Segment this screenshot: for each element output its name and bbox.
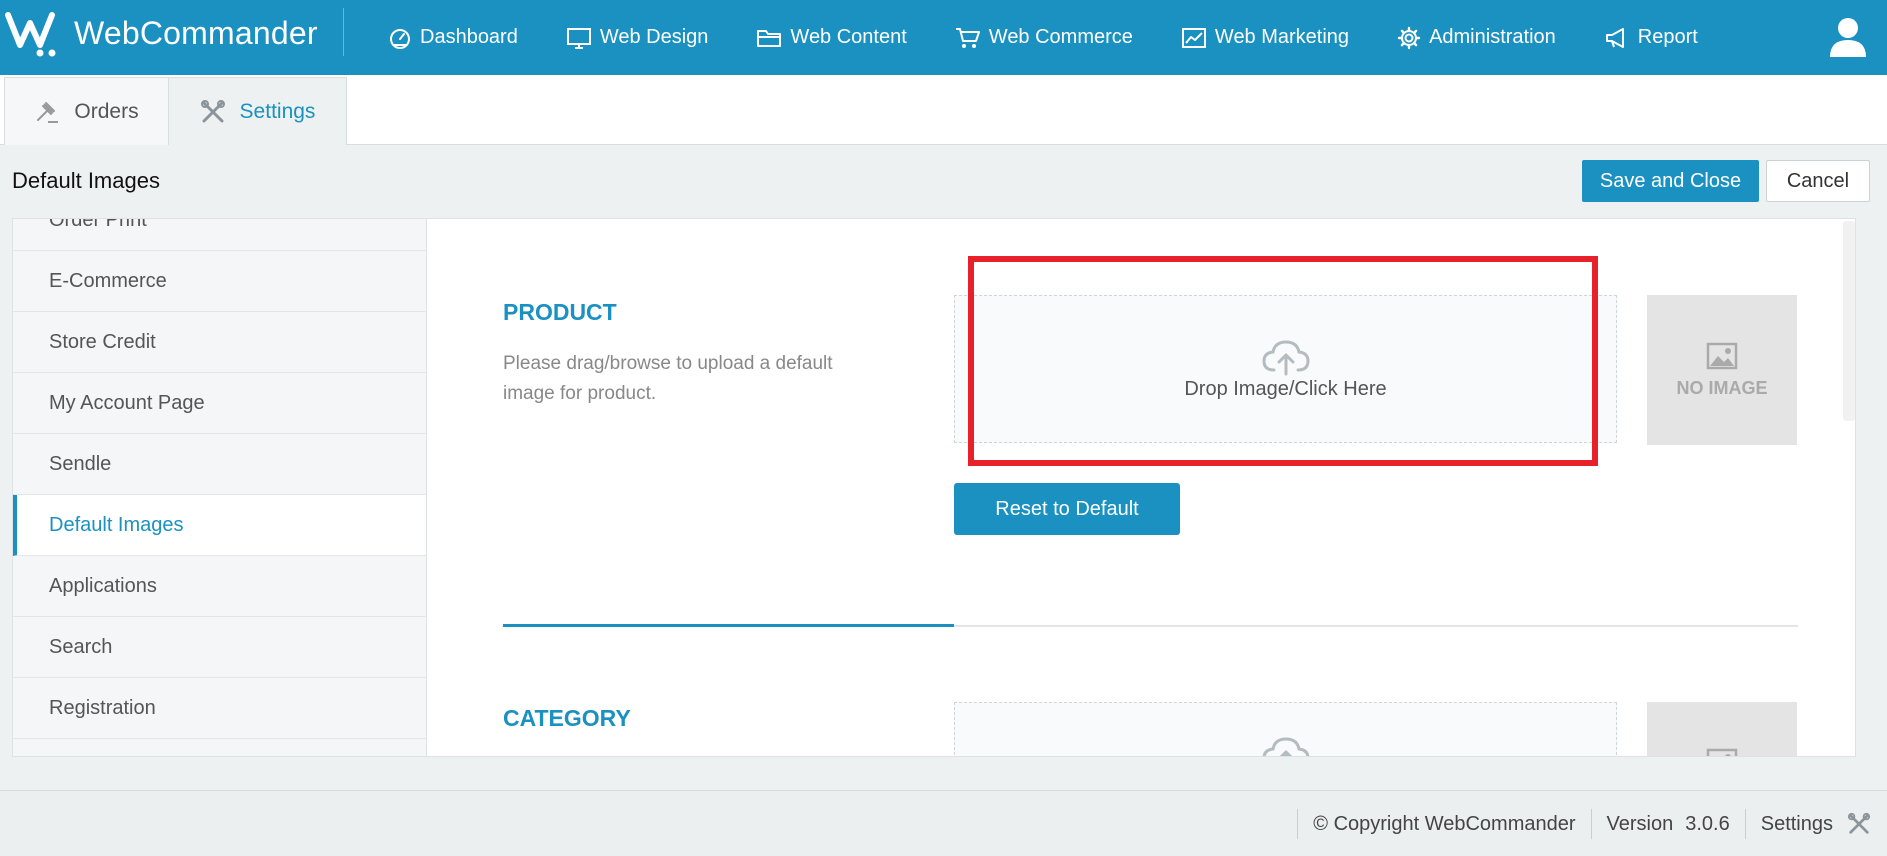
dashboard-icon	[390, 28, 410, 49]
nav-item-web-commerce[interactable]: Web Commerce	[955, 26, 1133, 50]
nav-label: Dashboard	[420, 26, 518, 48]
product-image-dropzone[interactable]: Drop Image/Click Here	[954, 295, 1617, 443]
logo-divider	[343, 8, 344, 56]
gear-icon	[1397, 26, 1421, 49]
top-navigation-bar: WebCommander Dashboard Web Design Web Co…	[0, 0, 1887, 75]
chart-icon	[1181, 27, 1206, 48]
tab-label: Orders	[74, 99, 139, 123]
tools-icon[interactable]	[1847, 812, 1871, 836]
footer-version-label: Version	[1606, 812, 1674, 835]
category-image-dropzone[interactable]	[954, 702, 1617, 756]
sidebar-item-sendle[interactable]: Sendle	[13, 434, 426, 495]
settings-panel: Order Print E-Commerce Store Credit My A…	[12, 218, 1856, 757]
product-section-description: Please drag/browse to upload a default i…	[503, 353, 833, 404]
cloud-upload-icon	[1261, 339, 1310, 375]
nav-item-report[interactable]: Report	[1604, 26, 1698, 50]
image-placeholder-icon	[1706, 748, 1738, 756]
footer: © Copyright WebCommander Version 3.0.6 S…	[0, 790, 1887, 856]
nav-label: Report	[1637, 26, 1698, 48]
cloud-upload-icon	[1262, 737, 1309, 756]
user-icon[interactable]	[1828, 16, 1868, 58]
nav-label: Web Marketing	[1214, 26, 1350, 48]
module-tabs: Orders Settings	[0, 75, 1887, 145]
no-image-label: NO IMAGE	[1676, 377, 1768, 398]
footer-info: © Copyright WebCommander Version 3.0.6 S…	[1282, 791, 1871, 856]
sidebar-item-e-commerce[interactable]: E-Commerce	[13, 251, 426, 312]
main-nav: Dashboard Web Design Web Content Web Com…	[388, 0, 1746, 75]
dropzone-label: Drop Image/Click Here	[1184, 377, 1387, 400]
sidebar-item-search[interactable]: Search	[13, 617, 426, 678]
image-placeholder-icon	[1706, 342, 1738, 369]
gavel-icon	[37, 101, 59, 123]
sidebar-item-store-credit[interactable]: Store Credit	[13, 312, 426, 373]
webcommander-logo-icon	[5, 12, 56, 57]
content-scrollbar[interactable]	[1843, 221, 1855, 421]
sidebar-item-default-images[interactable]: Default Images	[13, 495, 426, 556]
section-divider-accent	[503, 624, 954, 627]
logo-text: WebCommander	[74, 14, 318, 51]
category-image-preview	[1647, 702, 1797, 756]
sidebar-item-applications[interactable]: Applications	[13, 556, 426, 617]
megaphone-icon	[1605, 27, 1624, 48]
footer-separator	[1297, 809, 1299, 839]
footer-settings-link[interactable]: Settings	[1761, 813, 1833, 836]
tools-icon	[200, 99, 225, 122]
footer-copyright: © Copyright WebCommander	[1313, 812, 1576, 835]
settings-sidebar: Order Print E-Commerce Store Credit My A…	[13, 219, 427, 756]
product-section-title: PRODUCT	[503, 299, 617, 325]
nav-item-web-content[interactable]: Web Content	[756, 26, 907, 49]
nav-label: Web Commerce	[988, 26, 1133, 48]
nav-label: Administration	[1429, 26, 1556, 48]
page-title: Default Images	[12, 168, 160, 193]
monitor-icon	[566, 27, 591, 49]
cancel-button[interactable]: Cancel	[1766, 160, 1870, 202]
sidebar-item-order-print[interactable]: Order Print	[13, 219, 426, 251]
default-images-content: PRODUCT Please drag/browse to upload a d…	[428, 219, 1855, 756]
nav-label: Web Content	[790, 26, 907, 48]
footer-version-value: 3.0.6	[1685, 812, 1730, 835]
sidebar-item-my-account-page[interactable]: My Account Page	[13, 373, 426, 434]
sidebar-item-registration[interactable]: Registration	[13, 678, 426, 739]
nav-item-web-marketing[interactable]: Web Marketing	[1181, 26, 1349, 49]
reset-to-default-button[interactable]: Reset to Default	[954, 483, 1180, 535]
product-image-preview: NO IMAGE	[1647, 295, 1797, 445]
tab-settings[interactable]: Settings	[168, 77, 347, 145]
save-and-close-button[interactable]: Save and Close	[1582, 160, 1759, 202]
nav-item-web-design[interactable]: Web Design	[566, 26, 709, 50]
footer-separator	[1590, 809, 1592, 839]
folder-icon	[757, 29, 782, 47]
category-section-title: CATEGORY	[503, 705, 631, 731]
tab-label: Settings	[239, 99, 316, 123]
nav-label: Web Design	[599, 26, 709, 48]
cart-icon	[955, 27, 980, 48]
nav-item-administration[interactable]: Administration	[1397, 26, 1556, 50]
tab-orders[interactable]: Orders	[4, 77, 169, 145]
nav-item-dashboard[interactable]: Dashboard	[388, 26, 518, 50]
logo[interactable]: WebCommander	[4, 8, 318, 58]
footer-separator	[1744, 809, 1746, 839]
